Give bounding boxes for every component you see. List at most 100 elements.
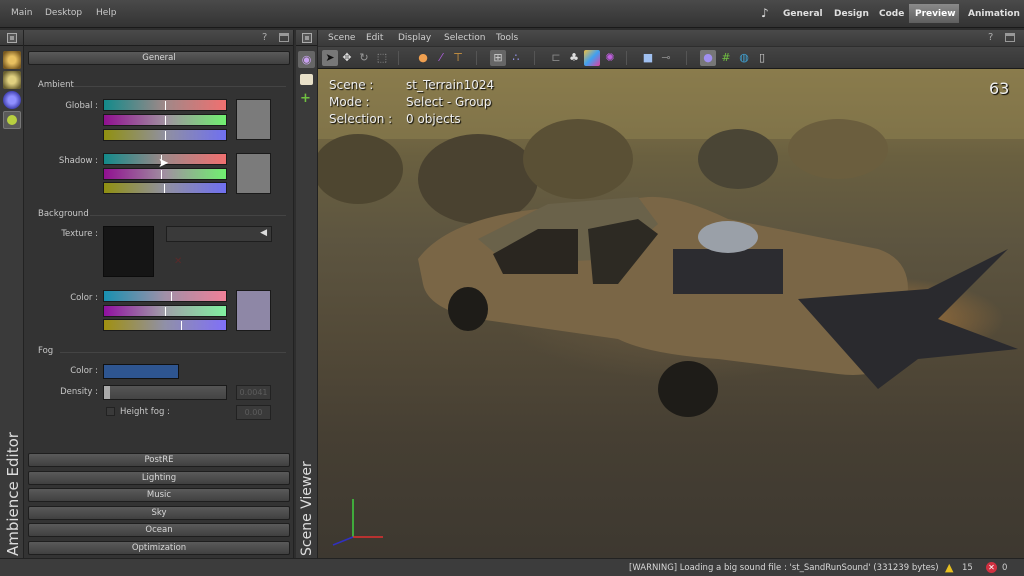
section-sky-button[interactable]: Sky: [28, 506, 290, 520]
arrow-left-icon: ◀: [260, 228, 267, 238]
workspace-tab-design[interactable]: Design: [828, 4, 875, 23]
grid-icon[interactable]: #: [718, 50, 734, 66]
slider-thumb[interactable]: [165, 307, 166, 316]
slider-thumb[interactable]: [163, 184, 165, 193]
menu-display[interactable]: Display: [398, 33, 431, 43]
menu-selection[interactable]: Selection: [444, 33, 485, 43]
error-icon[interactable]: ✕: [986, 562, 997, 573]
fog-color-swatch[interactable]: [103, 364, 179, 379]
brush-tool-icon[interactable]: ⁄: [433, 50, 449, 66]
scene-viewport[interactable]: Scene : st_Terrain1024 Mode : Select - G…: [318, 69, 1024, 558]
maximize-icon[interactable]: [1005, 33, 1015, 42]
height-fog-value-input[interactable]: 0.00: [236, 405, 271, 420]
camera-link-icon[interactable]: ⊸: [658, 50, 674, 66]
materials-icon[interactable]: [584, 50, 600, 66]
slider-thumb[interactable]: [161, 170, 163, 179]
objects-tool-icon[interactable]: [3, 71, 21, 89]
scene-viewer-title: Scene Viewer: [299, 461, 315, 556]
scale-tool-icon[interactable]: ⬚: [374, 50, 390, 66]
ambience-editor-side-strip: Ambience Editor: [0, 30, 24, 558]
slider-thumb[interactable]: [180, 321, 182, 330]
warning-icon[interactable]: ▲: [945, 561, 953, 574]
cube-icon[interactable]: ■: [640, 50, 656, 66]
warning-count: 15: [962, 563, 973, 573]
mouse-cursor-icon: ➤: [158, 156, 169, 171]
ruler-icon[interactable]: ▯: [754, 50, 770, 66]
ambience-tool-icon[interactable]: [3, 51, 21, 69]
clear-texture-icon[interactable]: ✕: [174, 256, 182, 267]
background-group-label: Background: [38, 209, 89, 219]
menu-help[interactable]: Help: [96, 8, 117, 18]
info-tool-icon[interactable]: [3, 91, 21, 109]
rotate-tool-icon[interactable]: ↻: [356, 50, 372, 66]
menu-main[interactable]: Main: [11, 8, 33, 18]
workspace-tab-preview[interactable]: Preview: [909, 4, 959, 23]
slider-thumb[interactable]: [171, 292, 173, 301]
section-optimization-button[interactable]: Optimization: [28, 541, 290, 555]
density-slider[interactable]: [103, 385, 227, 400]
bg-red-slider[interactable]: [103, 290, 227, 302]
density-slider-thumb[interactable]: [104, 386, 110, 399]
slider-thumb[interactable]: [165, 131, 166, 140]
ambience-editor-title: Ambience Editor: [4, 432, 22, 556]
texture-dropdown[interactable]: ◀: [166, 226, 272, 242]
select-tool-icon[interactable]: ➤: [322, 50, 338, 66]
help-button[interactable]: ?: [262, 32, 267, 43]
settings-gear-icon[interactable]: ✺: [602, 50, 618, 66]
background-color-swatch[interactable]: [236, 290, 271, 331]
global-label: Global :: [65, 101, 98, 111]
scene-viewer-menu: Scene Edit Display Selection Tools ?: [318, 30, 1024, 46]
section-general-button[interactable]: General: [28, 51, 290, 65]
density-value-input[interactable]: 0.0041: [236, 385, 271, 400]
global-red-slider[interactable]: [103, 99, 227, 111]
panel-pin-icon[interactable]: [302, 33, 312, 43]
sphere-icon[interactable]: ●: [700, 50, 716, 66]
slider-thumb[interactable]: [165, 101, 166, 110]
hierarchy-group-icon[interactable]: ⊞: [490, 50, 506, 66]
measure-tool-icon[interactable]: ⊤: [450, 50, 466, 66]
scene-value: st_Terrain1024: [406, 78, 495, 92]
section-lighting-button[interactable]: Lighting: [28, 471, 290, 485]
link-icon[interactable]: ⊏: [548, 50, 564, 66]
global-color-swatch[interactable]: [236, 99, 271, 140]
selection-label: Selection :: [329, 112, 393, 126]
global-green-slider[interactable]: [103, 114, 227, 126]
panel-pin-icon[interactable]: [7, 33, 17, 43]
eye-icon[interactable]: ◉: [298, 51, 315, 68]
objects-icon[interactable]: ♣: [566, 50, 582, 66]
menu-scene[interactable]: Scene: [328, 33, 355, 43]
section-postre-button[interactable]: PostRE: [28, 453, 290, 467]
bg-green-slider[interactable]: [103, 305, 227, 317]
scene-toolbar: ➤ ✥ ↻ ⬚ ● ⁄ ⊤ ⊞ ∴ ⊏ ♣ ✺ ■ ⊸ ● # ◍ ▯: [318, 47, 1024, 69]
workspace-tab-code[interactable]: Code: [873, 4, 910, 23]
slider-thumb[interactable]: [165, 116, 166, 125]
paint-tool-icon[interactable]: ●: [415, 50, 431, 66]
move-tool-icon[interactable]: ✥: [339, 50, 355, 66]
menu-tools[interactable]: Tools: [496, 33, 518, 43]
terrain-tool-icon[interactable]: [3, 111, 21, 129]
menu-desktop[interactable]: Desktop: [45, 8, 82, 18]
texture-label: Texture :: [61, 229, 98, 239]
section-music-button[interactable]: Music: [28, 488, 290, 502]
global-blue-slider[interactable]: [103, 129, 227, 141]
car-body: [418, 196, 908, 375]
menu-edit[interactable]: Edit: [366, 33, 383, 43]
workspace-tab-general[interactable]: General: [777, 4, 829, 23]
section-ocean-button[interactable]: Ocean: [28, 523, 290, 537]
hierarchy-nodes-icon[interactable]: ∴: [508, 50, 524, 66]
help-button[interactable]: ?: [988, 32, 993, 43]
camera-icon[interactable]: [300, 74, 313, 85]
globe-icon[interactable]: ◍: [736, 50, 752, 66]
fps-counter: 63: [989, 79, 1010, 98]
engine: [673, 249, 783, 294]
maximize-icon[interactable]: [279, 33, 289, 42]
shadow-blue-slider[interactable]: [103, 182, 227, 194]
shadow-color-swatch[interactable]: [236, 153, 271, 194]
bg-blue-slider[interactable]: [103, 319, 227, 331]
texture-preview[interactable]: [103, 226, 154, 277]
workspace-tab-animation[interactable]: Animation: [962, 4, 1024, 23]
music-note-icon[interactable]: ♪: [761, 6, 769, 20]
height-fog-checkbox[interactable]: [106, 407, 115, 416]
status-message: [WARNING] Loading a big sound file : 'st…: [629, 563, 939, 573]
add-icon[interactable]: +: [300, 91, 311, 106]
